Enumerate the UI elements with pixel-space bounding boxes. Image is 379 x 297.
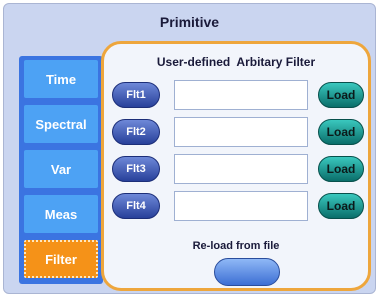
flt2-field[interactable] [174,117,308,147]
reload-button[interactable] [214,258,280,286]
flt1-load-button[interactable]: Load [318,82,364,108]
sidebar-item-meas[interactable]: Meas [24,195,98,233]
primitive-window: Primitive Time Spectral Var Meas Filter … [3,3,376,294]
reload-label: Re-load from file [192,240,280,252]
flt4-field[interactable] [174,191,308,221]
flt2-button[interactable]: Flt2 [112,119,160,145]
window-title: Primitive [159,14,220,30]
filter-panel: User-defined Arbitary Filter Flt1 Load F… [101,41,371,291]
sidebar: Time Spectral Var Meas Filter [19,56,103,284]
flt4-button[interactable]: Flt4 [112,193,160,219]
flt3-load-button[interactable]: Load [318,156,364,182]
sidebar-item-filter[interactable]: Filter [24,240,98,278]
flt4-load-button[interactable]: Load [318,193,364,219]
sidebar-item-var[interactable]: Var [24,150,98,188]
flt3-field[interactable] [174,154,308,184]
flt3-button[interactable]: Flt3 [112,156,160,182]
flt1-field[interactable] [174,80,308,110]
sidebar-item-time[interactable]: Time [24,60,98,98]
panel-title: User-defined Arbitary Filter [156,55,316,69]
flt1-button[interactable]: Flt1 [112,82,160,108]
sidebar-item-spectral[interactable]: Spectral [24,105,98,143]
flt2-load-button[interactable]: Load [318,119,364,145]
